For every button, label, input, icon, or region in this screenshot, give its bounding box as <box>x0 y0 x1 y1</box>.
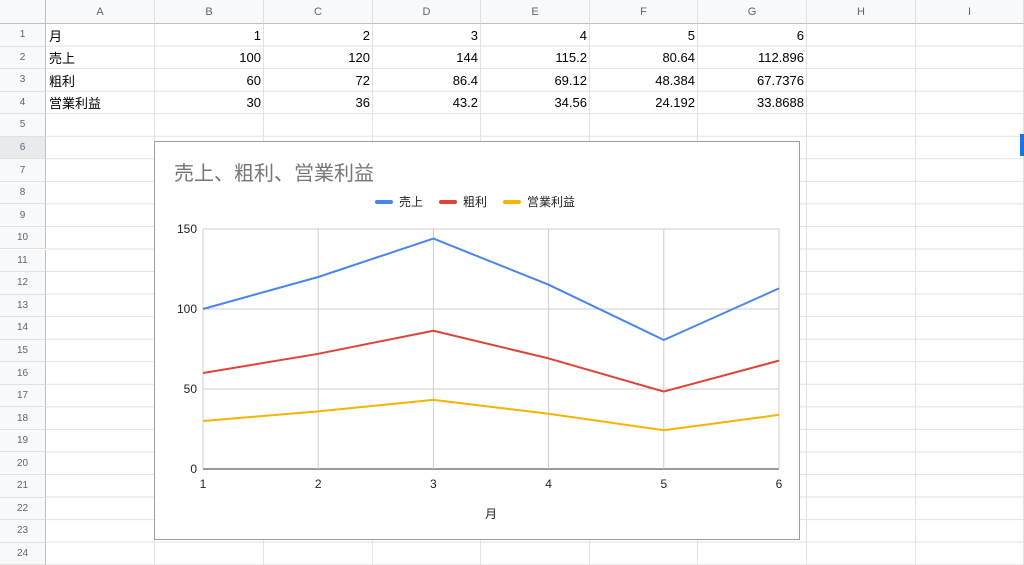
x-axis-label: 月 <box>485 507 497 521</box>
x-tick-label-6: 6 <box>776 477 783 491</box>
row-header-10[interactable]: 10 <box>0 226 46 250</box>
cell-g3[interactable]: 67.7376 <box>698 69 807 92</box>
cell-g1[interactable]: 6 <box>698 24 807 47</box>
column-header-h[interactable]: H <box>807 0 916 24</box>
legend-label-2[interactable]: 営業利益 <box>527 195 575 209</box>
y-tick-label-150: 150 <box>177 222 197 236</box>
row-header-24[interactable]: 24 <box>0 542 46 565</box>
legend-label-1[interactable]: 粗利 <box>463 195 487 209</box>
column-header-d[interactable]: D <box>373 0 481 24</box>
cell-f3[interactable]: 48.384 <box>590 69 698 92</box>
row-header-20[interactable]: 20 <box>0 452 46 475</box>
cell-a2[interactable]: 売上 <box>46 47 155 70</box>
series-line-0[interactable] <box>202 237 780 341</box>
row-header-16[interactable]: 16 <box>0 362 46 385</box>
cell-e3[interactable]: 69.12 <box>481 69 590 92</box>
cell-d1[interactable]: 3 <box>373 24 481 47</box>
row-header-5[interactable]: 5 <box>0 114 46 137</box>
cell-c3[interactable]: 72 <box>264 69 373 92</box>
cell-c1[interactable]: 2 <box>264 24 373 47</box>
row-header-9[interactable]: 9 <box>0 204 46 227</box>
row-header-17[interactable]: 17 <box>0 384 46 408</box>
row-header-22[interactable]: 22 <box>0 497 46 521</box>
y-tick-label-100: 100 <box>177 302 197 316</box>
cell-a1[interactable]: 月 <box>46 24 155 47</box>
row-header-12[interactable]: 12 <box>0 272 46 295</box>
column-header-c[interactable]: C <box>264 0 373 24</box>
spreadsheet-grid: ABCDEFGHI 1 2 3 4 5 6 7 8 9 10 11 12 13 14 15 16 17 18 19 2… <box>0 0 1024 565</box>
row-header-18[interactable]: 18 <box>0 407 46 430</box>
cell-b1[interactable]: 1 <box>155 24 264 47</box>
column-header-a[interactable]: A <box>46 0 155 24</box>
cell-b3[interactable]: 60 <box>155 69 264 92</box>
row-header-6[interactable]: 6 <box>0 136 46 160</box>
row-header-14[interactable]: 14 <box>0 317 46 340</box>
x-tick-label-2: 2 <box>315 477 322 491</box>
row-header-21[interactable]: 21 <box>0 475 46 498</box>
row-header-1[interactable]: 1 <box>0 24 46 47</box>
cell-f2[interactable]: 80.64 <box>590 47 698 70</box>
cell-a4[interactable]: 営業利益 <box>46 92 155 115</box>
cell-f4[interactable]: 24.192 <box>590 92 698 115</box>
row-header-23[interactable]: 23 <box>0 520 46 543</box>
y-tick-label-50: 50 <box>184 382 198 396</box>
row-header-2[interactable]: 2 <box>0 46 46 70</box>
column-header-g[interactable]: G <box>698 0 807 24</box>
cell-a3[interactable]: 粗利 <box>46 69 155 92</box>
cell-c4[interactable]: 36 <box>264 92 373 115</box>
cell-d2[interactable]: 144 <box>373 47 481 70</box>
row-header-15[interactable]: 15 <box>0 339 46 363</box>
y-tick-label-0: 0 <box>190 462 197 476</box>
row-header-3[interactable]: 3 <box>0 69 46 92</box>
row-header-13[interactable]: 13 <box>0 294 46 318</box>
cell-g2[interactable]: 112.896 <box>698 47 807 70</box>
x-tick-label-5: 5 <box>660 477 667 491</box>
cell-e2[interactable]: 115.2 <box>481 47 590 70</box>
row-header-4[interactable]: 4 <box>0 91 46 115</box>
row-header-11[interactable]: 11 <box>0 249 46 273</box>
cell-b2[interactable]: 100 <box>155 47 264 70</box>
series-line-2[interactable] <box>202 398 780 432</box>
x-tick-label-4: 4 <box>545 477 552 491</box>
cell-d3[interactable]: 86.4 <box>373 69 481 92</box>
cell-e1[interactable]: 4 <box>481 24 590 47</box>
cell-b4[interactable]: 30 <box>155 92 264 115</box>
line-chart[interactable]: 売上、粗利、営業利益 0 50 100 150 1 2 3 4 5 6 月売上 粗利 営業利益 <box>154 141 800 540</box>
row-header-8[interactable]: 8 <box>0 181 46 205</box>
column-header-f[interactable]: F <box>590 0 698 24</box>
column-header-e[interactable]: E <box>481 0 590 24</box>
series-line-1[interactable] <box>202 329 780 393</box>
column-header-i[interactable]: I <box>916 0 1024 24</box>
x-tick-label-3: 3 <box>430 477 437 491</box>
selection-indicator <box>1020 134 1024 156</box>
row-header-19[interactable]: 19 <box>0 429 46 453</box>
column-header-b[interactable]: B <box>155 0 264 24</box>
cell-g4[interactable]: 33.8688 <box>698 92 807 115</box>
chart-plot: 0 50 100 150 1 2 3 4 5 6 月 売上 粗利 営業利益 <box>177 194 783 521</box>
cell-f1[interactable]: 5 <box>590 24 698 47</box>
cell-e4[interactable]: 34.56 <box>481 92 590 115</box>
row-header-7[interactable]: 7 <box>0 159 46 182</box>
x-tick-label-1: 1 <box>200 477 207 491</box>
select-all-corner[interactable] <box>0 0 46 24</box>
legend-label-0[interactable]: 売上 <box>399 194 423 209</box>
cell-d4[interactable]: 43.2 <box>373 92 481 115</box>
cell-c2[interactable]: 120 <box>264 47 373 70</box>
